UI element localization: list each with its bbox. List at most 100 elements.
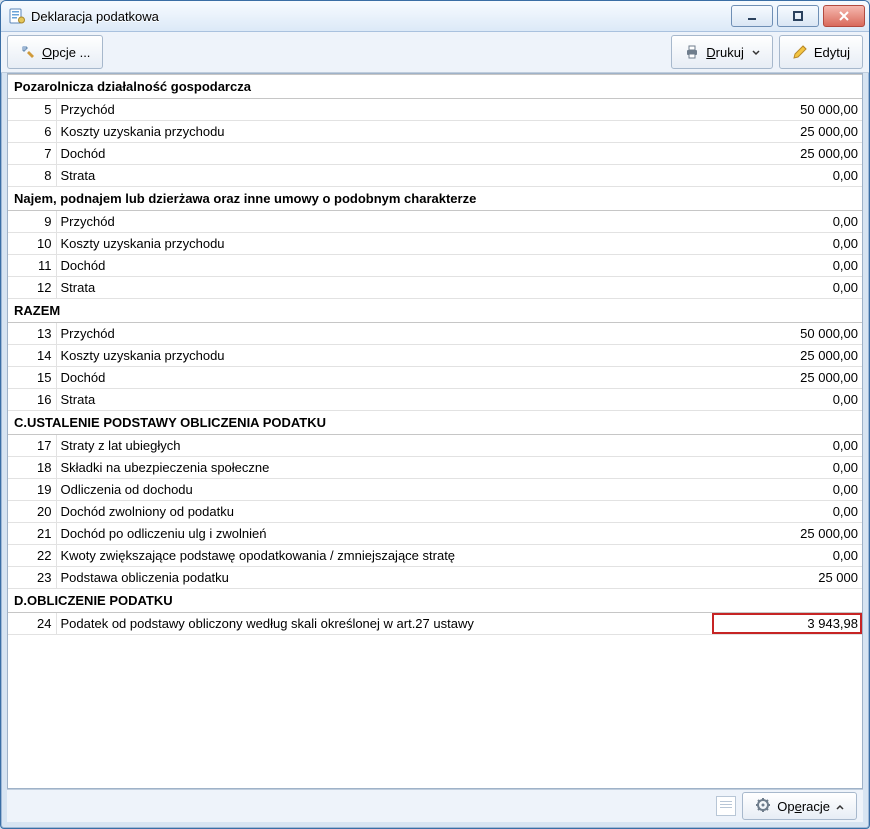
options-label-suffix: pcje ... [52,45,90,60]
section-title: RAZEM [8,299,862,323]
row-value: 0,00 [712,211,862,233]
row-value: 3 943,98 [712,613,862,635]
minimize-button[interactable] [731,5,773,27]
row-label: Odliczenia od dochodu [56,479,712,501]
table-row: 10Koszty uzyskania przychodu0,00 [8,233,862,255]
section-header: D.OBLICZENIE PODATKU [8,589,862,613]
table-row: 20Dochód zwolniony od podatku0,00 [8,501,862,523]
table-row: 6Koszty uzyskania przychodu25 000,00 [8,121,862,143]
maximize-button[interactable] [777,5,819,27]
row-value: 50 000,00 [712,323,862,345]
gear-icon [755,797,771,816]
row-value: 0,00 [712,277,862,299]
row-number: 10 [8,233,56,255]
scroll-pane[interactable]: Pozarolnicza działalność gospodarcza5Prz… [8,74,862,788]
table-row: 21Dochód po odliczeniu ulg i zwolnień25 … [8,523,862,545]
table-row: 12Strata0,00 [8,277,862,299]
edit-button[interactable]: Edytuj [779,35,863,69]
row-number: 13 [8,323,56,345]
row-number: 20 [8,501,56,523]
row-label: Dochód [56,255,712,277]
table-row: 19Odliczenia od dochodu0,00 [8,479,862,501]
row-value: 0,00 [712,389,862,411]
row-value: 25 000,00 [712,523,862,545]
print-button[interactable]: Drukuj [671,35,773,69]
operations-button[interactable]: Operacje [742,792,857,820]
table-row: 22Kwoty zwiększające podstawę opodatkowa… [8,545,862,567]
content-area: Pozarolnicza działalność gospodarcza5Prz… [7,73,863,789]
row-label: Strata [56,165,712,187]
row-number: 6 [8,121,56,143]
row-number: 22 [8,545,56,567]
row-number: 12 [8,277,56,299]
row-label: Kwoty zwiększające podstawę opodatkowani… [56,545,712,567]
row-label: Przychód [56,323,712,345]
row-label: Dochód [56,143,712,165]
row-number: 16 [8,389,56,411]
table-row: 14Koszty uzyskania przychodu25 000,00 [8,345,862,367]
table-row: 18Składki na ubezpieczenia społeczne0,00 [8,457,862,479]
row-value: 0,00 [712,479,862,501]
table-row: 24Podatek od podstawy obliczony według s… [8,613,862,635]
section-header: C.USTALENIE PODSTAWY OBLICZENIA PODATKU [8,411,862,435]
section-header: Najem, podnajem lub dzierżawa oraz inne … [8,187,862,211]
row-number: 19 [8,479,56,501]
chevron-up-icon [836,799,844,814]
wrench-icon [20,44,36,60]
print-label-suffix: rukuj [716,45,744,60]
section-title: C.USTALENIE PODSTAWY OBLICZENIA PODATKU [8,411,862,435]
row-number: 9 [8,211,56,233]
section-title: D.OBLICZENIE PODATKU [8,589,862,613]
row-value: 0,00 [712,501,862,523]
table-row: 7Dochód25 000,00 [8,143,862,165]
close-button[interactable] [823,5,865,27]
options-button[interactable]: Opcje ... [7,35,103,69]
table-row: 15Dochód25 000,00 [8,367,862,389]
row-label: Dochód po odliczeniu ulg i zwolnień [56,523,712,545]
table-row: 5Przychód50 000,00 [8,99,862,121]
app-icon [9,8,25,24]
row-value: 25 000,00 [712,121,862,143]
row-value: 50 000,00 [712,99,862,121]
row-value: 0,00 [712,457,862,479]
row-label: Podatek od podstawy obliczony według ska… [56,613,712,635]
row-number: 23 [8,567,56,589]
row-number: 7 [8,143,56,165]
edit-label: Edytuj [814,45,850,60]
row-label: Koszty uzyskania przychodu [56,233,712,255]
row-value: 25 000 [712,567,862,589]
row-value: 0,00 [712,233,862,255]
window-title: Deklaracja podatkowa [31,9,731,24]
row-number: 15 [8,367,56,389]
row-number: 14 [8,345,56,367]
row-value: 25 000,00 [712,143,862,165]
row-label: Przychód [56,211,712,233]
table-row: 23Podstawa obliczenia podatku25 000 [8,567,862,589]
row-number: 21 [8,523,56,545]
row-number: 8 [8,165,56,187]
row-label: Dochód [56,367,712,389]
row-value: 0,00 [712,165,862,187]
printer-icon [684,44,700,60]
row-value: 25 000,00 [712,345,862,367]
table-row: 13Przychód50 000,00 [8,323,862,345]
row-value: 0,00 [712,255,862,277]
row-number: 17 [8,435,56,457]
row-label: Podstawa obliczenia podatku [56,567,712,589]
row-label: Koszty uzyskania przychodu [56,121,712,143]
pencil-icon [792,44,808,60]
row-label: Koszty uzyskania przychodu [56,345,712,367]
statusbar: Operacje [7,789,863,822]
table-row: 8Strata0,00 [8,165,862,187]
row-label: Strata [56,277,712,299]
row-value: 0,00 [712,545,862,567]
row-label: Dochód zwolniony od podatku [56,501,712,523]
chevron-down-icon [752,45,760,60]
row-number: 5 [8,99,56,121]
row-label: Przychód [56,99,712,121]
table-row: 16Strata0,00 [8,389,862,411]
notes-icon[interactable] [716,796,736,816]
row-number: 24 [8,613,56,635]
row-value: 0,00 [712,435,862,457]
table-row: 11Dochód0,00 [8,255,862,277]
